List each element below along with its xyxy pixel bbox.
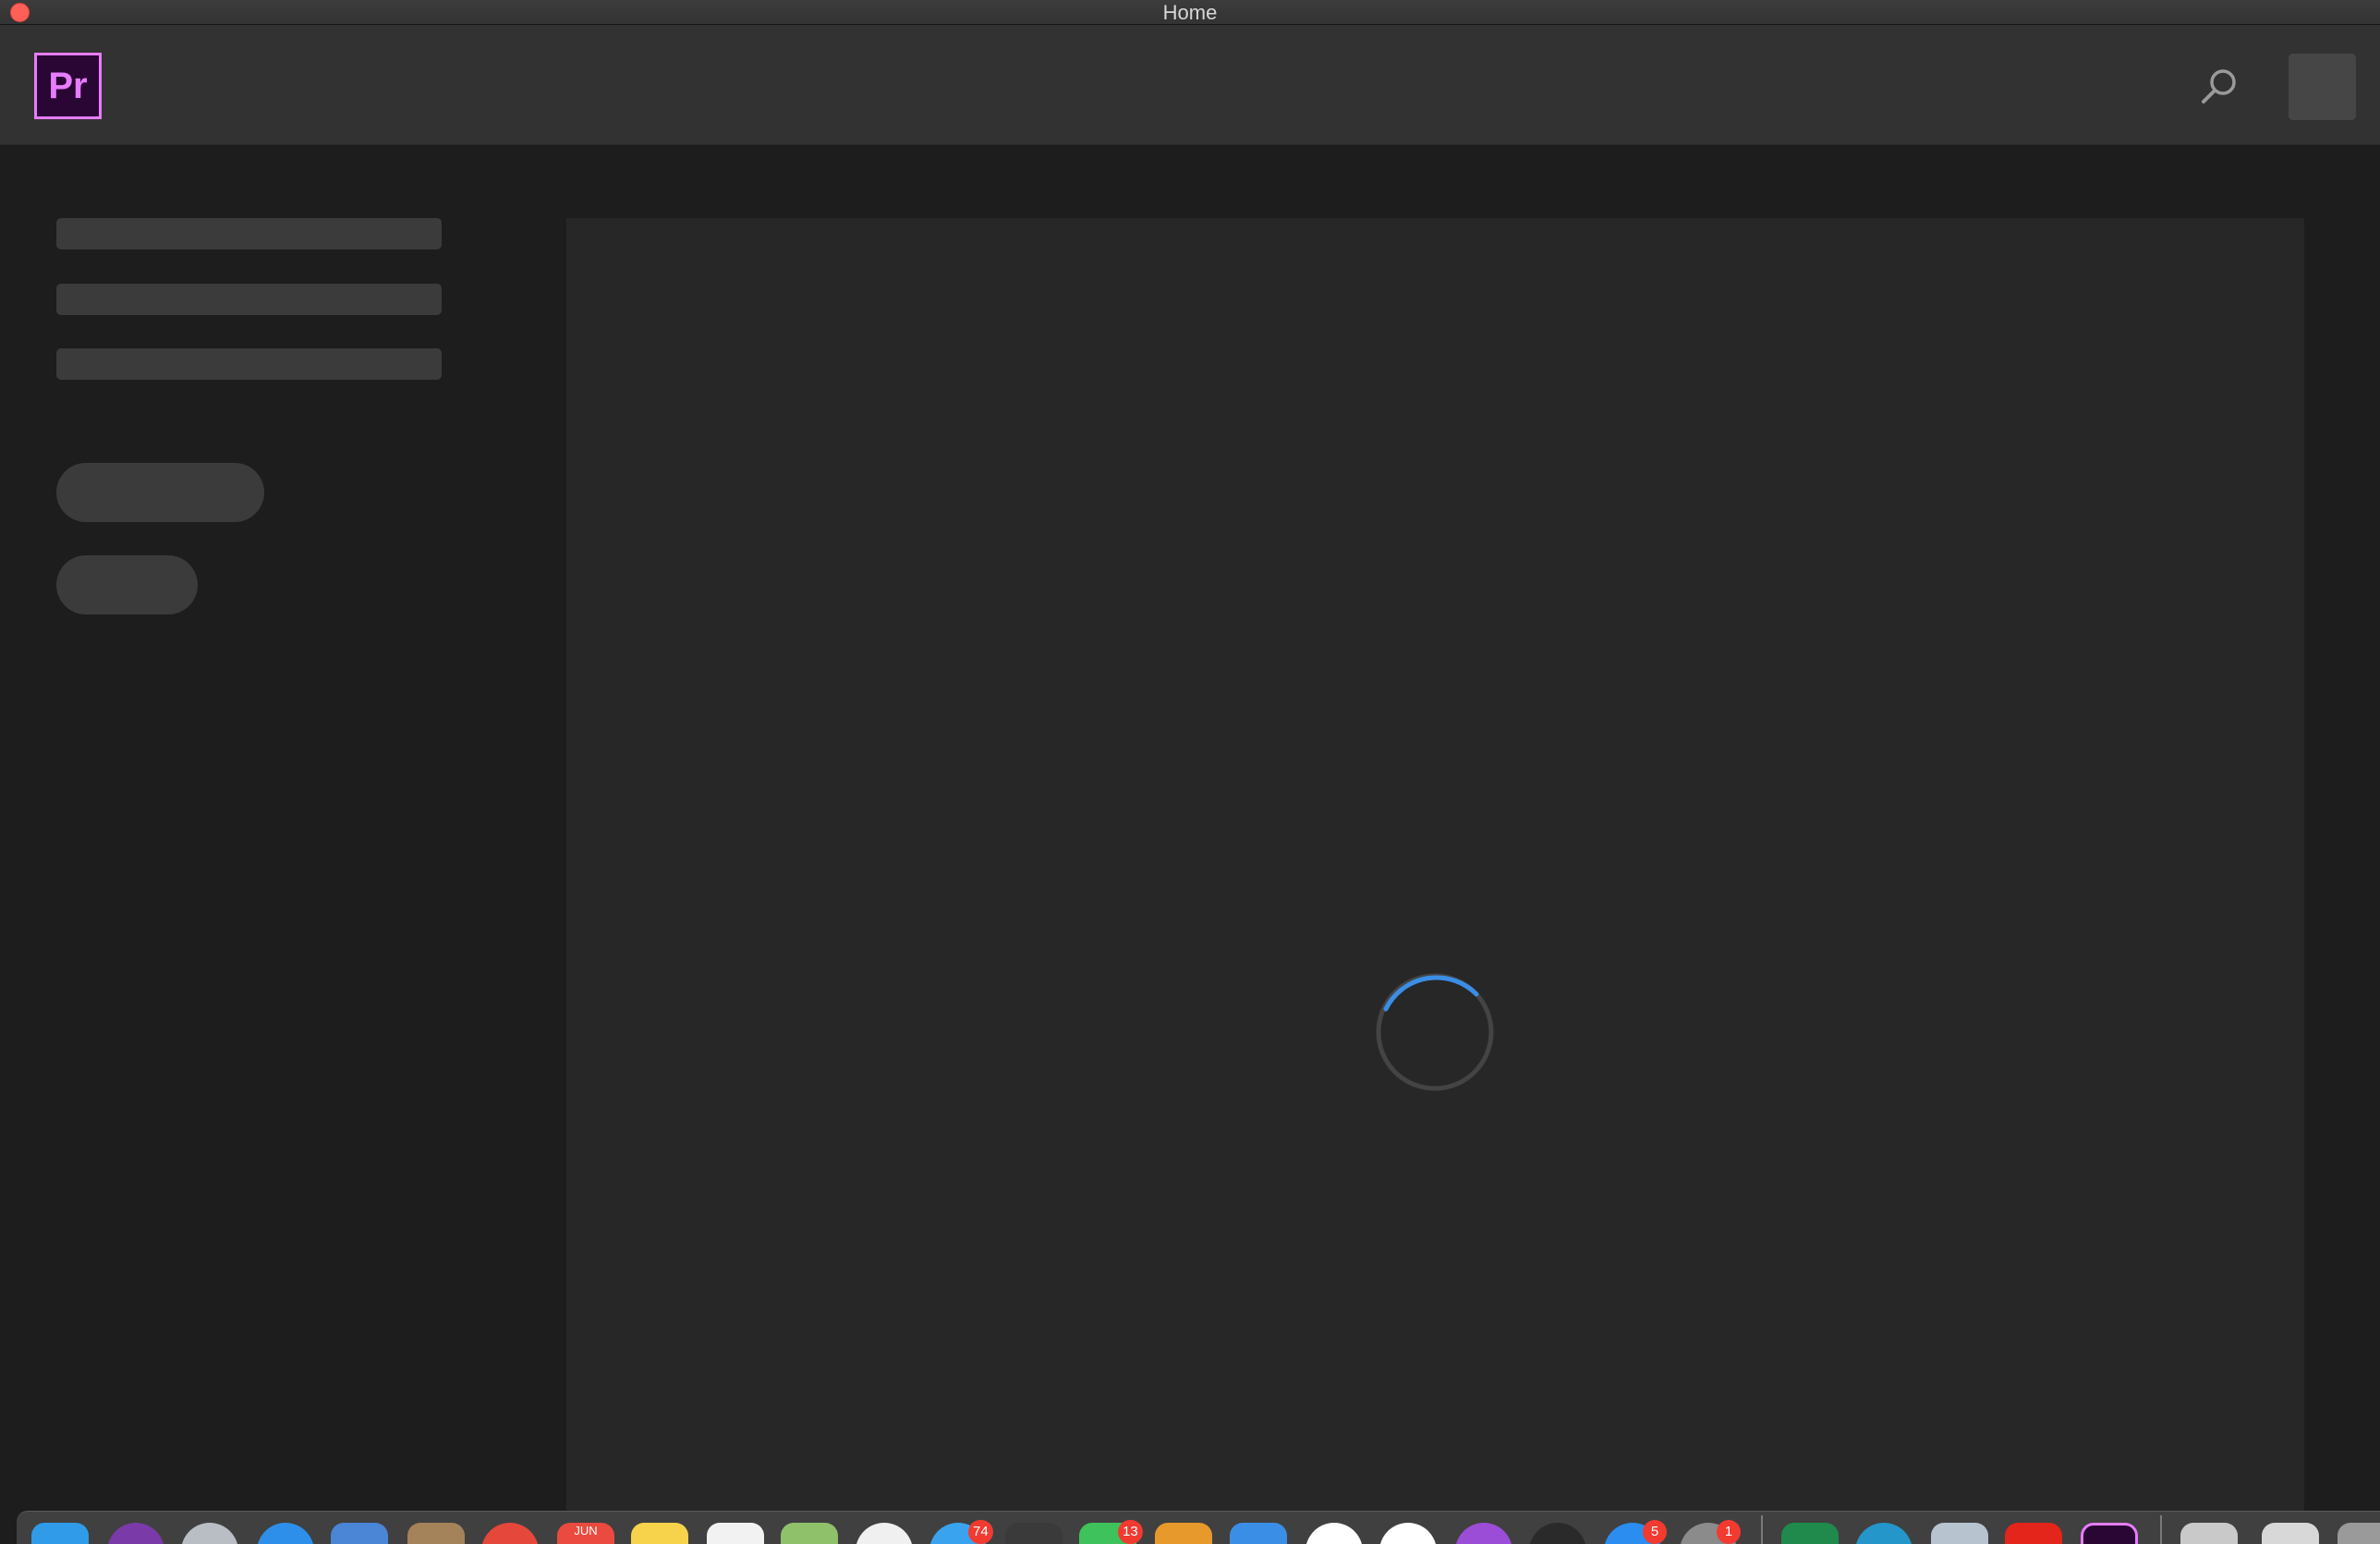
- preview-icon[interactable]: [1931, 1523, 1988, 1544]
- creative-cloud-icon[interactable]: [2005, 1523, 2062, 1544]
- mail-badge: 74: [968, 1520, 993, 1544]
- skeleton-line: [56, 284, 442, 315]
- dock-separator: [2160, 1515, 2162, 1544]
- calendar-month: JUN: [574, 1524, 598, 1538]
- downloads-stack-icon[interactable]: [2180, 1523, 2238, 1544]
- app-window: Home Pr JUN 74 13 5 1: [0, 0, 2380, 1544]
- search-icon: [2202, 69, 2236, 103]
- dock: JUN: [17, 1511, 2380, 1544]
- launchpad-icon[interactable]: [181, 1523, 238, 1544]
- photos-icon[interactable]: [856, 1523, 913, 1544]
- trash-icon[interactable]: [2338, 1523, 2380, 1544]
- skeleton-line: [56, 218, 442, 249]
- messages-badge: 13: [1118, 1520, 1143, 1544]
- app-badge: 5: [1643, 1520, 1667, 1544]
- safari-icon[interactable]: [257, 1523, 314, 1544]
- document-stack-icon[interactable]: [2262, 1523, 2319, 1544]
- pages-icon[interactable]: [1155, 1523, 1212, 1544]
- reminders-icon[interactable]: [707, 1523, 764, 1544]
- skeleton-button: [56, 463, 264, 522]
- finder-icon[interactable]: [31, 1523, 89, 1544]
- numbers-icon[interactable]: [1005, 1523, 1062, 1544]
- skeleton-line: [56, 348, 442, 380]
- sidebar-skeleton: [0, 146, 565, 1511]
- loading-spinner-icon: [1376, 973, 1494, 1091]
- main-content-panel: [566, 218, 2304, 1512]
- maps-icon[interactable]: [781, 1523, 838, 1544]
- music-icon[interactable]: [1379, 1523, 1437, 1544]
- news-icon[interactable]: [1305, 1523, 1363, 1544]
- chrome-icon[interactable]: [481, 1523, 539, 1544]
- search-button[interactable]: [2195, 62, 2243, 110]
- premiere-dock-icon[interactable]: [2081, 1523, 2138, 1544]
- podcasts-icon[interactable]: [1455, 1523, 1512, 1544]
- skeleton-button: [56, 555, 198, 614]
- settings-badge: 1: [1717, 1520, 1741, 1544]
- keynote-icon[interactable]: [1230, 1523, 1287, 1544]
- title-bar: Home: [0, 0, 2380, 25]
- siri-icon[interactable]: [107, 1523, 164, 1544]
- apple-tv-icon[interactable]: [1529, 1523, 1586, 1544]
- zoom-icon[interactable]: [1855, 1523, 1912, 1544]
- contacts-icon[interactable]: [407, 1523, 465, 1544]
- app-header: Pr: [0, 25, 2380, 145]
- excel-icon[interactable]: [1781, 1523, 1839, 1544]
- dock-separator: [1761, 1515, 1763, 1544]
- calendar-icon[interactable]: JUN: [557, 1523, 614, 1544]
- mail-app-icon[interactable]: [331, 1523, 388, 1544]
- notes-icon[interactable]: [631, 1523, 688, 1544]
- user-avatar[interactable]: [2289, 54, 2356, 120]
- premiere-logo[interactable]: Pr: [34, 53, 102, 119]
- window-title: Home: [1162, 1, 1218, 24]
